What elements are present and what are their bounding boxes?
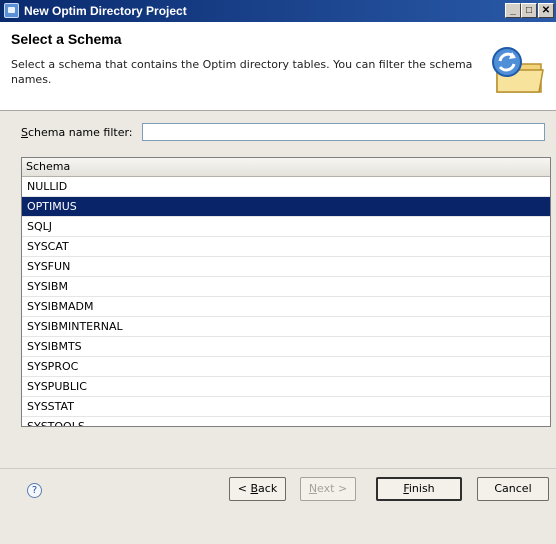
schema-row[interactable]: SYSIBMADM <box>22 297 550 317</box>
schema-column-header[interactable]: Schema <box>22 158 550 177</box>
app-icon <box>4 3 19 18</box>
finish-button[interactable]: Finish <box>376 477 462 501</box>
schema-row[interactable]: SYSIBM <box>22 277 550 297</box>
schema-row[interactable]: SYSIBMTS <box>22 337 550 357</box>
window-title: New Optim Directory Project <box>24 4 187 18</box>
maximize-button[interactable]: □ <box>521 3 537 18</box>
schema-row[interactable]: SYSPUBLIC <box>22 377 550 397</box>
next-button[interactable]: Next > <box>300 477 356 501</box>
schema-row[interactable]: NULLID <box>22 177 550 197</box>
schema-row[interactable]: SYSSTAT <box>22 397 550 417</box>
schema-row[interactable]: OPTIMUS <box>22 197 550 217</box>
dialog-window: New Optim Directory Project _ □ ✕ Select… <box>0 0 556 543</box>
schema-row[interactable]: SYSTOOLS <box>22 417 550 426</box>
wizard-header: Select a Schema Select a schema that con… <box>0 22 556 111</box>
title-bar[interactable]: New Optim Directory Project _ □ ✕ <box>0 0 556 22</box>
schema-row[interactable]: SYSCAT <box>22 237 550 257</box>
schema-filter-input[interactable] <box>142 123 545 141</box>
schema-row[interactable]: SYSFUN <box>22 257 550 277</box>
help-icon[interactable]: ? <box>27 483 42 498</box>
schema-filter-label: Schema name filter: <box>21 126 133 139</box>
back-button[interactable]: < Back <box>229 477 286 501</box>
page-description: Select a schema that contains the Optim … <box>11 58 473 86</box>
page-title: Select a Schema <box>11 31 122 47</box>
schema-table[interactable]: Schema NULLID OPTIMUS SQLJ SYSCAT SYSFUN SYSI… <box>21 157 551 427</box>
close-button[interactable]: ✕ <box>538 3 554 18</box>
schema-list: NULLID OPTIMUS SQLJ SYSCAT SYSFUN SYSIBM SYSIB… <box>22 177 550 426</box>
schema-row[interactable]: SYSPROC <box>22 357 550 377</box>
cancel-button[interactable]: Cancel <box>477 477 549 501</box>
schema-row[interactable]: SYSIBMINTERNAL <box>22 317 550 337</box>
schema-row[interactable]: SQLJ <box>22 217 550 237</box>
minimize-button[interactable]: _ <box>505 3 521 18</box>
folder-refresh-icon <box>492 47 544 93</box>
